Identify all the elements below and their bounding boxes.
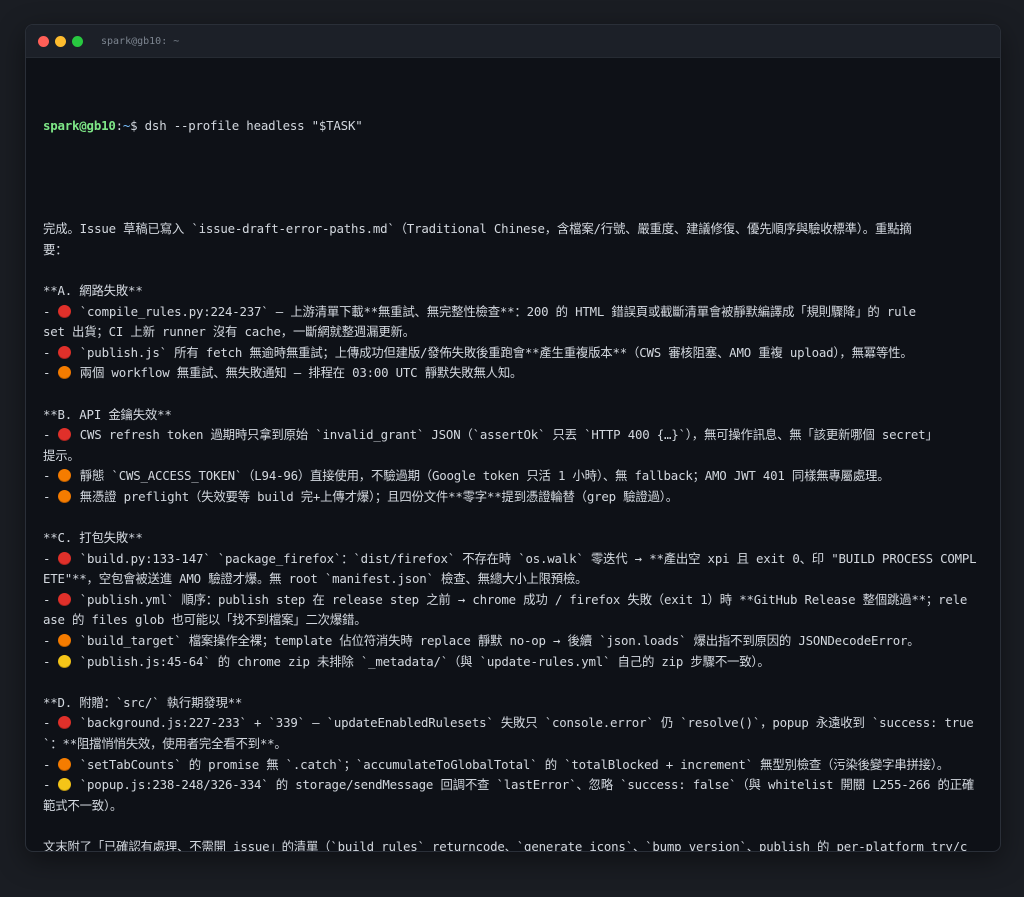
bullet-prefix: -	[43, 550, 58, 566]
bullet-prefix: -	[43, 653, 58, 669]
prompt-separator: :	[115, 118, 123, 134]
maximize-window-button[interactable]	[72, 35, 83, 47]
close-window-button[interactable]	[38, 35, 49, 47]
bullet-prefix: -	[43, 756, 58, 772]
output-text: `build.py:133-147` `package_firefox`：`di…	[72, 550, 977, 566]
orange-circle-icon	[57, 366, 71, 380]
output-line: 文末附了「已確認有處理、不需開 issue」的清單（`build_rules` …	[43, 837, 983, 852]
output-text: **C. 打包失敗**	[43, 530, 143, 546]
output-line: **C. 打包失敗**	[43, 528, 983, 549]
output-text: set 出貨；CI 上新 runner 沒有 cache，一斷網就整週漏更新。	[43, 324, 415, 340]
output-line: 要：	[43, 240, 983, 261]
output-line: **B. API 金鑰失效**	[43, 405, 983, 426]
output-line: - 靜態 `CWS_ACCESS_TOKEN`（L94-96）直接使用，不驗過期…	[43, 466, 983, 487]
bullet-prefix: -	[43, 303, 58, 319]
output-text: `popup.js:238-248/326-334` 的 storage/sen…	[72, 777, 975, 793]
output-line: - `compile_rules.py:224-237` — 上游清單下載**無…	[43, 302, 983, 323]
orange-circle-icon	[57, 757, 71, 771]
red-circle-icon	[57, 551, 71, 565]
output-text: `setTabCounts` 的 promise 無 `.catch`；`acc…	[72, 756, 950, 772]
output-line: - `setTabCounts` 的 promise 無 `.catch`；`a…	[43, 755, 983, 776]
red-circle-icon	[57, 345, 71, 359]
orange-circle-icon	[57, 634, 71, 648]
output-text: 無憑證 preflight（失效要等 build 完+上傳才爆）；且四份文件**…	[72, 488, 678, 504]
output-text: 靜態 `CWS_ACCESS_TOKEN`（L94-96）直接使用，不驗過期（G…	[72, 468, 890, 484]
output-line: - `publish.js` 所有 fetch 無逾時無重試；上傳成功但建版/發…	[43, 343, 983, 364]
output-text: **D. 附贈：`src/` 執行期發現**	[43, 694, 243, 710]
yellow-circle-icon	[57, 654, 71, 668]
bullet-prefix: -	[43, 591, 58, 607]
output-line: - `build_target` 檔案操作全裸；template 佔位符消失時 …	[43, 631, 983, 652]
output-line: 範式不一致）。	[43, 796, 983, 817]
output-line: - `background.js:227-233` + `339` — `upd…	[43, 713, 983, 734]
output-text: 文末附了「已確認有處理、不需開 issue」的清單（`build_rules` …	[43, 838, 968, 852]
output-line: 完成。Issue 草稿已寫入 `issue-draft-error-paths.…	[43, 219, 983, 240]
output-text: CWS refresh token 過期時只拿到原始 `invalid_gran…	[72, 427, 938, 443]
output-text: 要：	[43, 241, 68, 257]
output-line: ase 的 files glob 也可能以「找不到檔案」二次爆錯。	[43, 610, 983, 631]
prompt-line: spark@gb10:~$ dsh --profile headless "$T…	[43, 116, 983, 137]
output-line: set 出貨；CI 上新 runner 沒有 cache，一斷網就整週漏更新。	[43, 322, 983, 343]
output-line: - CWS refresh token 過期時只拿到原始 `invalid_gr…	[43, 425, 983, 446]
terminal-output[interactable]: spark@gb10:~$ dsh --profile headless "$T…	[26, 58, 1000, 852]
bullet-prefix: -	[43, 777, 58, 793]
output-text: 兩個 workflow 無重試、無失敗通知 — 排程在 03:00 UTC 靜默…	[72, 365, 523, 381]
output-text: `compile_rules.py:224-237` — 上游清單下載**無重試…	[72, 303, 916, 319]
output-text: `：**阻擋悄悄失效，使用者完全看不到**。	[43, 736, 287, 751]
output-line: ETE"**，空包會被送進 AMO 驗證才爆。無 root `manifest.…	[43, 569, 983, 590]
orange-circle-icon	[57, 489, 71, 503]
output-text: **B. API 金鑰失效**	[43, 406, 172, 422]
bullet-prefix: -	[43, 715, 58, 731]
red-circle-icon	[57, 304, 71, 318]
output-text: `publish.js` 所有 fetch 無逾時無重試；上傳成功但建版/發佈失…	[72, 344, 913, 360]
output-line: **D. 附贈：`src/` 執行期發現**	[43, 693, 983, 714]
minimize-window-button[interactable]	[55, 35, 66, 47]
prompt-symbol: $	[130, 118, 145, 134]
output-line: 提示。	[43, 446, 983, 467]
output-text: 範式不一致）。	[43, 797, 123, 813]
output-text: 提示。	[43, 447, 80, 463]
output-line: - `publish.yml` 順序：publish step 在 releas…	[43, 590, 983, 611]
orange-circle-icon	[57, 469, 71, 483]
output-text: `background.js:227-233` + `339` — `updat…	[72, 715, 974, 731]
output-line: - `popup.js:238-248/326-334` 的 storage/s…	[43, 775, 983, 796]
bullet-prefix: -	[43, 427, 58, 443]
window-title: spark@gb10: ~	[101, 35, 180, 47]
output-line: `：**阻擋悄悄失效，使用者完全看不到**。	[43, 734, 983, 755]
output-text: `publish.yml` 順序：publish step 在 release …	[72, 591, 968, 607]
output-line: - 無憑證 preflight（失效要等 build 完+上傳才爆）；且四份文件…	[43, 487, 983, 508]
bullet-prefix: -	[43, 488, 58, 504]
red-circle-icon	[57, 592, 71, 606]
bullet-prefix: -	[43, 468, 58, 484]
prompt-user: spark@gb10	[43, 118, 116, 134]
red-circle-icon	[57, 716, 71, 730]
prompt-command: dsh --profile headless "$TASK"	[144, 118, 363, 134]
bullet-prefix: -	[43, 633, 58, 649]
output-line: **A. 網路失敗**	[43, 281, 983, 302]
bullet-prefix: -	[43, 365, 58, 381]
output-text: `build_target` 檔案操作全裸；template 佔位符消失時 re…	[72, 633, 920, 649]
title-bar: spark@gb10: ~	[26, 25, 1000, 58]
output-text: ETE"**，空包會被送進 AMO 驗證才爆。無 root `manifest.…	[43, 571, 588, 587]
yellow-circle-icon	[57, 778, 71, 792]
output-text: **A. 網路失敗**	[43, 282, 143, 298]
output-text: 完成。Issue 草稿已寫入 `issue-draft-error-paths.…	[43, 221, 912, 237]
output-text: `publish.js:45-64` 的 chrome zip 未排除 `_me…	[72, 653, 770, 669]
output-text: ase 的 files glob 也可能以「找不到檔案」二次爆錯。	[43, 612, 367, 628]
bullet-prefix: -	[43, 344, 58, 360]
output-line: - `publish.js:45-64` 的 chrome zip 未排除 `_…	[43, 652, 983, 673]
output-line: - `build.py:133-147` `package_firefox`：`…	[43, 549, 983, 570]
terminal-window: spark@gb10: ~ spark@gb10:~$ dsh --profil…	[25, 24, 1001, 852]
red-circle-icon	[57, 428, 71, 442]
output-line: - 兩個 workflow 無重試、無失敗通知 — 排程在 03:00 UTC …	[43, 363, 983, 384]
